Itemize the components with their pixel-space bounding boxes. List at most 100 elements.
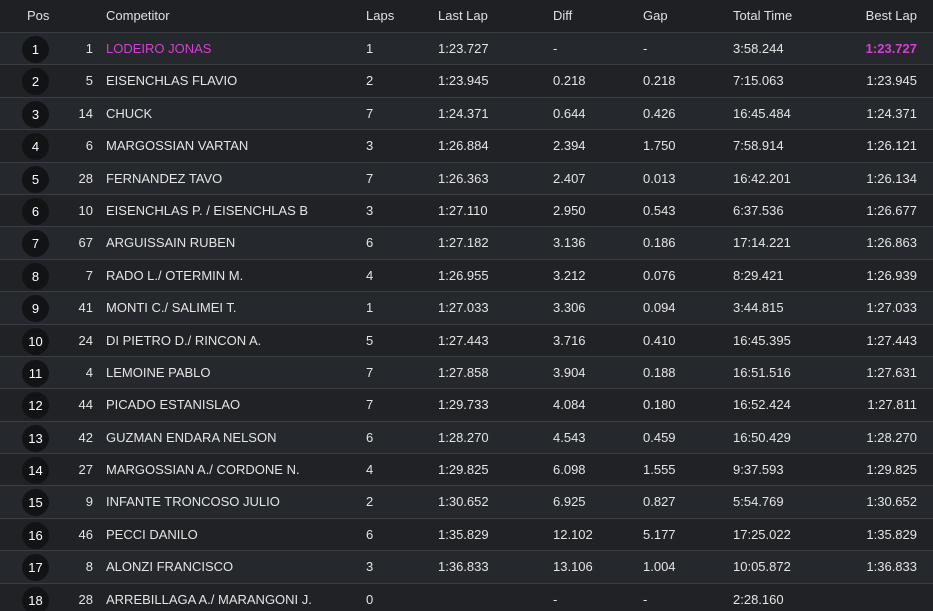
- position-badge: 14: [22, 457, 49, 485]
- last-lap-value: 1:24.371: [438, 105, 489, 121]
- position-badge: 15: [22, 489, 49, 517]
- total-time-value: 7:15.063: [733, 73, 784, 89]
- total-time-value: 16:51.516: [733, 364, 791, 380]
- table-row[interactable]: 14 27 MARGOSSIAN A./ CORDONE N. 4 1:29.825 6.…: [0, 453, 933, 486]
- diff-value: 6.098: [553, 462, 586, 478]
- competitor-name: MARGOSSIAN VARTAN: [106, 138, 249, 154]
- competitor-name: MARGOSSIAN A./ CORDONE N.: [106, 462, 300, 478]
- competitor-name: ARREBILLAGA A./ MARANGONI J.: [106, 591, 312, 607]
- table-row[interactable]: 15 9 INFANTE TRONCOSO JULIO 2 1:30.652 6.925 0…: [0, 485, 933, 518]
- laps-value: 4: [366, 267, 374, 283]
- competitor-name: GUZMAN ENDARA NELSON: [106, 429, 277, 445]
- laps-value: 3: [366, 138, 374, 154]
- header-competitor[interactable]: Competitor: [106, 8, 170, 23]
- last-lap-value: 1:27.858: [438, 364, 489, 380]
- gap-value: 0.827: [643, 494, 676, 510]
- gap-value: 0.186: [643, 235, 676, 251]
- table-row[interactable]: 18 28 ARREBILLAGA A./ MARANGONI J. 0 - - 2:28.…: [0, 582, 933, 611]
- table-row[interactable]: 17 8 ALONZI FRANCISCO 3 1:36.833 13.106 1.004 1…: [0, 550, 933, 583]
- table-row[interactable]: 7 67 ARGUISSAIN RUBEN 6 1:27.182 3.136 0.186 17…: [0, 226, 933, 259]
- laps-value: 2: [366, 494, 374, 510]
- laps-value: 6: [366, 235, 374, 251]
- table-row[interactable]: 2 5 EISENCHLAS FLAVIO 2 1:23.945 0.218 0.218 7:…: [0, 64, 933, 97]
- gap-value: 5.177: [643, 526, 676, 542]
- gap-value: 0.426: [643, 105, 676, 121]
- total-time-value: 9:37.593: [733, 462, 784, 478]
- header-gap[interactable]: Gap: [643, 8, 668, 23]
- car-number: 14: [78, 105, 93, 121]
- gap-value: -: [643, 591, 648, 607]
- position-badge: 12: [22, 392, 49, 420]
- header-laps[interactable]: Laps: [366, 8, 394, 23]
- total-time-value: 5:54.769: [733, 494, 784, 510]
- position-badge: 5: [22, 165, 49, 193]
- diff-value: 4.084: [553, 397, 586, 413]
- last-lap-value: 1:26.884: [438, 138, 489, 154]
- competitor-name: LODEIRO JONAS: [106, 41, 212, 56]
- table-row[interactable]: 9 41 MONTI C./ SALIMEI T. 1 1:27.033 3.306 0.0…: [0, 291, 933, 324]
- table-row[interactable]: 5 28 FERNANDEZ TAVO 7 1:26.363 2.407 0.013 16:4…: [0, 161, 933, 194]
- diff-value: 2.407: [553, 170, 586, 186]
- table-row[interactable]: 1 1 LODEIRO JONAS 1 1:23.727 - - 3:58.244 1:23.7…: [0, 32, 933, 65]
- laps-value: 7: [366, 397, 374, 413]
- table-row[interactable]: 8 7 RADO L./ OTERMIN M. 4 1:26.955 3.212 0.076…: [0, 258, 933, 292]
- total-time-value: 8:29.421: [733, 267, 784, 283]
- diff-value: 2.394: [553, 138, 586, 154]
- car-number: 5: [85, 73, 93, 89]
- laps-value: 3: [366, 559, 374, 575]
- best-lap-value: 1:36.833: [866, 559, 917, 575]
- gap-value: 1.555: [643, 462, 676, 478]
- position-badge: 9: [22, 295, 49, 323]
- laps-value: 4: [366, 462, 374, 478]
- position-badge: 4: [22, 133, 49, 161]
- gap-value: 0.218: [643, 73, 676, 89]
- best-lap-value: 1:26.121: [866, 138, 917, 154]
- total-time-value: 10:05.872: [733, 559, 791, 575]
- diff-value: -: [553, 41, 558, 56]
- diff-value: 0.218: [553, 73, 586, 89]
- competitor-name: ALONZI FRANCISCO: [106, 559, 234, 575]
- position-badge: 2: [22, 68, 49, 96]
- competitor-name: DI PIETRO D./ RINCON A.: [106, 332, 262, 348]
- best-lap-value: 1:23.727: [865, 41, 917, 56]
- gap-value: 1.004: [643, 559, 676, 575]
- table-row[interactable]: 16 46 PECCI DANILO 6 1:35.829 12.102 5.177 17:2…: [0, 517, 933, 551]
- last-lap-value: 1:30.652: [438, 494, 489, 510]
- position-badge: 11: [22, 359, 49, 387]
- car-number: 41: [78, 300, 93, 316]
- position-badge: 8: [22, 262, 49, 290]
- last-lap-value: 1:23.727: [438, 41, 489, 56]
- header-best-lap[interactable]: Best Lap: [866, 8, 917, 23]
- best-lap-value: 1:35.829: [866, 526, 917, 542]
- table-row[interactable]: 13 42 GUZMAN ENDARA NELSON 6 1:28.270 4.543 0.…: [0, 420, 933, 454]
- laps-value: 1: [366, 300, 374, 316]
- table-row[interactable]: 10 24 DI PIETRO D./ RINCON A. 5 1:27.443 3.71…: [0, 323, 933, 356]
- competitor-name: INFANTE TRONCOSO JULIO: [106, 494, 280, 510]
- header-last-lap[interactable]: Last Lap: [438, 8, 488, 23]
- total-time-value: 16:45.484: [733, 105, 791, 121]
- competitor-name: PECCI DANILO: [106, 526, 198, 542]
- competitor-name: RADO L./ OTERMIN M.: [106, 267, 244, 283]
- header-total-time[interactable]: Total Time: [733, 8, 792, 23]
- competitor-name: CHUCK: [106, 105, 153, 121]
- best-lap-value: 1:26.939: [866, 267, 917, 283]
- car-number: 8: [85, 559, 93, 575]
- header-diff[interactable]: Diff: [553, 8, 572, 23]
- gap-value: 0.410: [643, 332, 676, 348]
- best-lap-value: 1:29.825: [866, 462, 917, 478]
- last-lap-value: 1:26.955: [438, 267, 489, 283]
- header-pos[interactable]: Pos: [27, 8, 49, 23]
- competitor-name: EISENCHLAS P. / EISENCHLAS B: [106, 202, 309, 218]
- gap-value: 0.094: [643, 300, 676, 316]
- car-number: 28: [78, 170, 93, 186]
- total-time-value: 16:50.429: [733, 429, 791, 445]
- car-number: 44: [78, 397, 93, 413]
- last-lap-value: 1:36.833: [438, 559, 489, 575]
- table-row[interactable]: 6 10 EISENCHLAS P. / EISENCHLAS B 3 1:27.110…: [0, 193, 933, 227]
- table-row[interactable]: 4 6 MARGOSSIAN VARTAN 3 1:26.884 2.394 1.750 7:…: [0, 129, 933, 162]
- table-row[interactable]: 12 44 PICADO ESTANISLAO 7 1:29.733 4.084 0.180…: [0, 388, 933, 421]
- table-row[interactable]: 3 14 CHUCK 7 1:24.371 0.644 0.426 16:45.484 1:24…: [0, 96, 933, 130]
- last-lap-value: 1:29.825: [438, 462, 489, 478]
- diff-value: 3.212: [553, 267, 586, 283]
- table-row[interactable]: 11 4 LEMOINE PABLO 7 1:27.858 3.904 0.188 16:51…: [0, 355, 933, 389]
